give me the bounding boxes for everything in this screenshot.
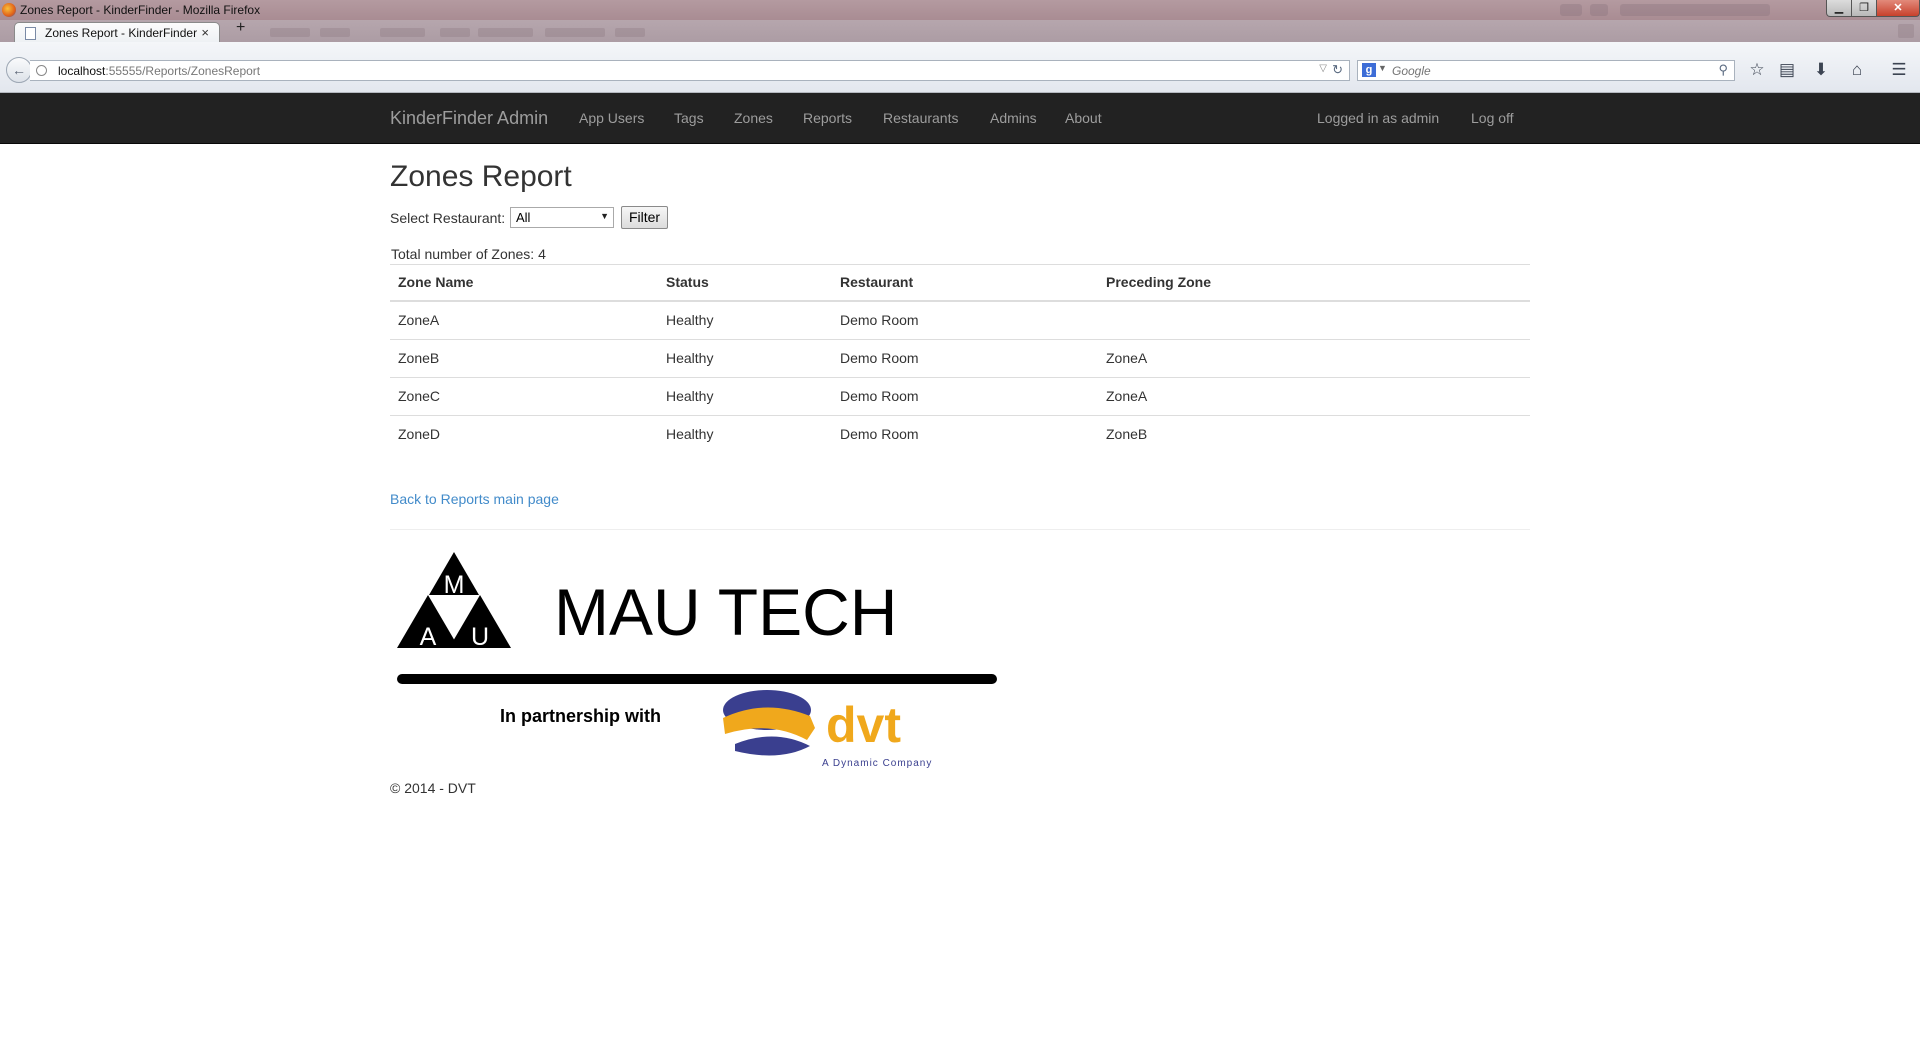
divider bbox=[390, 529, 1530, 530]
tab-bar: Zones Report - KinderFinder × + bbox=[0, 19, 1920, 42]
firefox-logo-icon bbox=[2, 3, 16, 17]
menu-icon[interactable]: ☰ bbox=[1888, 60, 1910, 80]
download-icon[interactable]: ⬇ bbox=[1810, 60, 1832, 80]
zone-name-cell: ZoneC bbox=[390, 376, 658, 415]
column-header: Zone Name bbox=[390, 264, 658, 302]
window-title: Zones Report - KinderFinder - Mozilla Fi… bbox=[20, 3, 261, 17]
blurred-area bbox=[1590, 4, 1608, 16]
blurred-area bbox=[1560, 4, 1582, 16]
footer-copyright: © 2014 - DVT bbox=[390, 780, 476, 796]
tab-close-icon[interactable]: × bbox=[201, 25, 209, 40]
preceding-zone-cell: ZoneB bbox=[1098, 414, 1530, 453]
history-dropdown-icon[interactable]: ▽ bbox=[1319, 63, 1327, 74]
column-header: Status bbox=[658, 264, 832, 302]
restaurant-select-value: All bbox=[516, 210, 531, 225]
zone-name-cell: ZoneB bbox=[390, 338, 658, 377]
chevron-down-icon: ▼ bbox=[600, 211, 609, 221]
new-tab-button[interactable]: + bbox=[236, 19, 245, 37]
restaurant-select[interactable]: All ▼ bbox=[510, 207, 614, 228]
browser-tab[interactable]: Zones Report - KinderFinder × bbox=[14, 22, 220, 42]
nav-reports[interactable]: Reports bbox=[803, 110, 852, 126]
blurred-area bbox=[478, 28, 533, 37]
zone-name-cell: ZoneD bbox=[390, 414, 658, 453]
status-cell: Healthy bbox=[658, 376, 832, 415]
site-navbar: KinderFinder Admin App Users Tags Zones … bbox=[0, 93, 1920, 144]
log-off-link[interactable]: Log off bbox=[1471, 110, 1514, 126]
reload-icon[interactable]: ↻ bbox=[1332, 62, 1343, 78]
dvt-tagline: A Dynamic Company bbox=[822, 758, 932, 769]
brand-link[interactable]: KinderFinder Admin bbox=[390, 108, 548, 129]
restaurant-cell: Demo Room bbox=[840, 312, 919, 328]
restaurant-cell: Demo Room bbox=[832, 414, 1098, 453]
back-to-reports-link[interactable]: Back to Reports main page bbox=[390, 491, 559, 507]
select-restaurant-label: Select Restaurant: bbox=[390, 210, 506, 226]
logo-letter-u: U bbox=[471, 623, 489, 651]
table-row: ZoneB Healthy Demo Room ZoneA bbox=[390, 338, 1530, 377]
page-title: Zones Report bbox=[390, 160, 572, 193]
maximize-button[interactable]: ❐ bbox=[1851, 0, 1877, 17]
logo-letter-a: A bbox=[420, 623, 437, 651]
search-engine-dropdown-icon[interactable]: ▼ bbox=[1378, 63, 1387, 73]
table-row: ZoneA Healthy Demo Room bbox=[390, 301, 1530, 340]
logged-in-user[interactable]: Logged in as admin bbox=[1317, 110, 1439, 126]
url-text[interactable]: localhost:55555/Reports/ZonesReport bbox=[58, 64, 260, 78]
browser-toolbar: ← localhost:55555/Reports/ZonesReport ▽ … bbox=[0, 42, 1920, 93]
status-cell: Healthy bbox=[658, 414, 832, 453]
status-cell: Healthy bbox=[658, 338, 832, 377]
minimize-button[interactable]: ▁ bbox=[1826, 0, 1852, 17]
nav-zones[interactable]: Zones bbox=[734, 110, 773, 126]
zones-table: Zone Name Status Restaurant Preceding Zo… bbox=[390, 264, 1530, 453]
logo-letter-m: M bbox=[444, 571, 465, 599]
window-title-bar: Zones Report - KinderFinder - Mozilla Fi… bbox=[0, 0, 1920, 20]
blurred-area bbox=[615, 28, 645, 37]
restaurant-cell: Demo Room bbox=[832, 376, 1098, 415]
tab-list-icon[interactable] bbox=[1898, 24, 1914, 38]
preceding-zone-cell: ZoneA bbox=[1098, 338, 1530, 377]
filter-button[interactable]: Filter bbox=[621, 206, 668, 229]
blurred-area bbox=[1620, 4, 1770, 16]
table-row: ZoneD Healthy Demo Room ZoneB bbox=[390, 414, 1530, 453]
preceding-zone-cell bbox=[1098, 301, 1530, 340]
column-header: Restaurant bbox=[832, 264, 1098, 302]
total-zones: Total number of Zones: 4 bbox=[391, 246, 546, 262]
search-icon[interactable]: ⚲ bbox=[1718, 62, 1728, 78]
back-arrow-icon[interactable]: ← bbox=[6, 57, 32, 83]
nav-restaurants[interactable]: Restaurants bbox=[883, 110, 958, 126]
mau-tech-logo: M A U MAU TECH In partnership with dvt A… bbox=[390, 548, 1010, 777]
table-row: ZoneC Healthy Demo Room ZoneA bbox=[390, 376, 1530, 415]
logo-name: MAU TECH bbox=[554, 575, 897, 649]
status-cell: Healthy bbox=[666, 312, 714, 328]
column-header: Preceding Zone bbox=[1098, 264, 1530, 302]
blurred-area bbox=[320, 28, 350, 37]
close-window-button[interactable]: ✕ bbox=[1876, 0, 1920, 17]
search-input[interactable] bbox=[1390, 62, 1694, 80]
star-icon[interactable]: ☆ bbox=[1746, 60, 1768, 80]
search-bar[interactable]: g ▼ ⚲ bbox=[1357, 60, 1735, 81]
tab-title: Zones Report - KinderFinder bbox=[45, 26, 198, 40]
bookmarks-icon[interactable]: ▤ bbox=[1776, 60, 1798, 80]
nav-tags[interactable]: Tags bbox=[674, 110, 704, 126]
table-header-row: Zone Name Status Restaurant Preceding Zo… bbox=[390, 264, 1530, 302]
nav-app-users[interactable]: App Users bbox=[579, 110, 644, 126]
google-icon[interactable]: g bbox=[1362, 63, 1376, 77]
dvt-wordmark: dvt bbox=[826, 697, 901, 753]
partnership-text: In partnership with bbox=[500, 706, 661, 726]
home-icon[interactable]: ⌂ bbox=[1846, 60, 1868, 80]
nav-about[interactable]: About bbox=[1065, 110, 1102, 126]
preceding-zone-cell: ZoneA bbox=[1098, 376, 1530, 415]
restaurant-cell: Demo Room bbox=[832, 338, 1098, 377]
blurred-area bbox=[380, 28, 425, 37]
blurred-area bbox=[545, 28, 605, 37]
blurred-area bbox=[270, 28, 310, 37]
nav-admins[interactable]: Admins bbox=[990, 110, 1037, 126]
url-bar[interactable]: localhost:55555/Reports/ZonesReport ▽ ↻ bbox=[30, 60, 1350, 81]
zone-name-cell: ZoneA bbox=[398, 312, 440, 328]
globe-icon bbox=[36, 65, 47, 76]
page-icon bbox=[25, 27, 36, 40]
blurred-area bbox=[440, 28, 470, 37]
